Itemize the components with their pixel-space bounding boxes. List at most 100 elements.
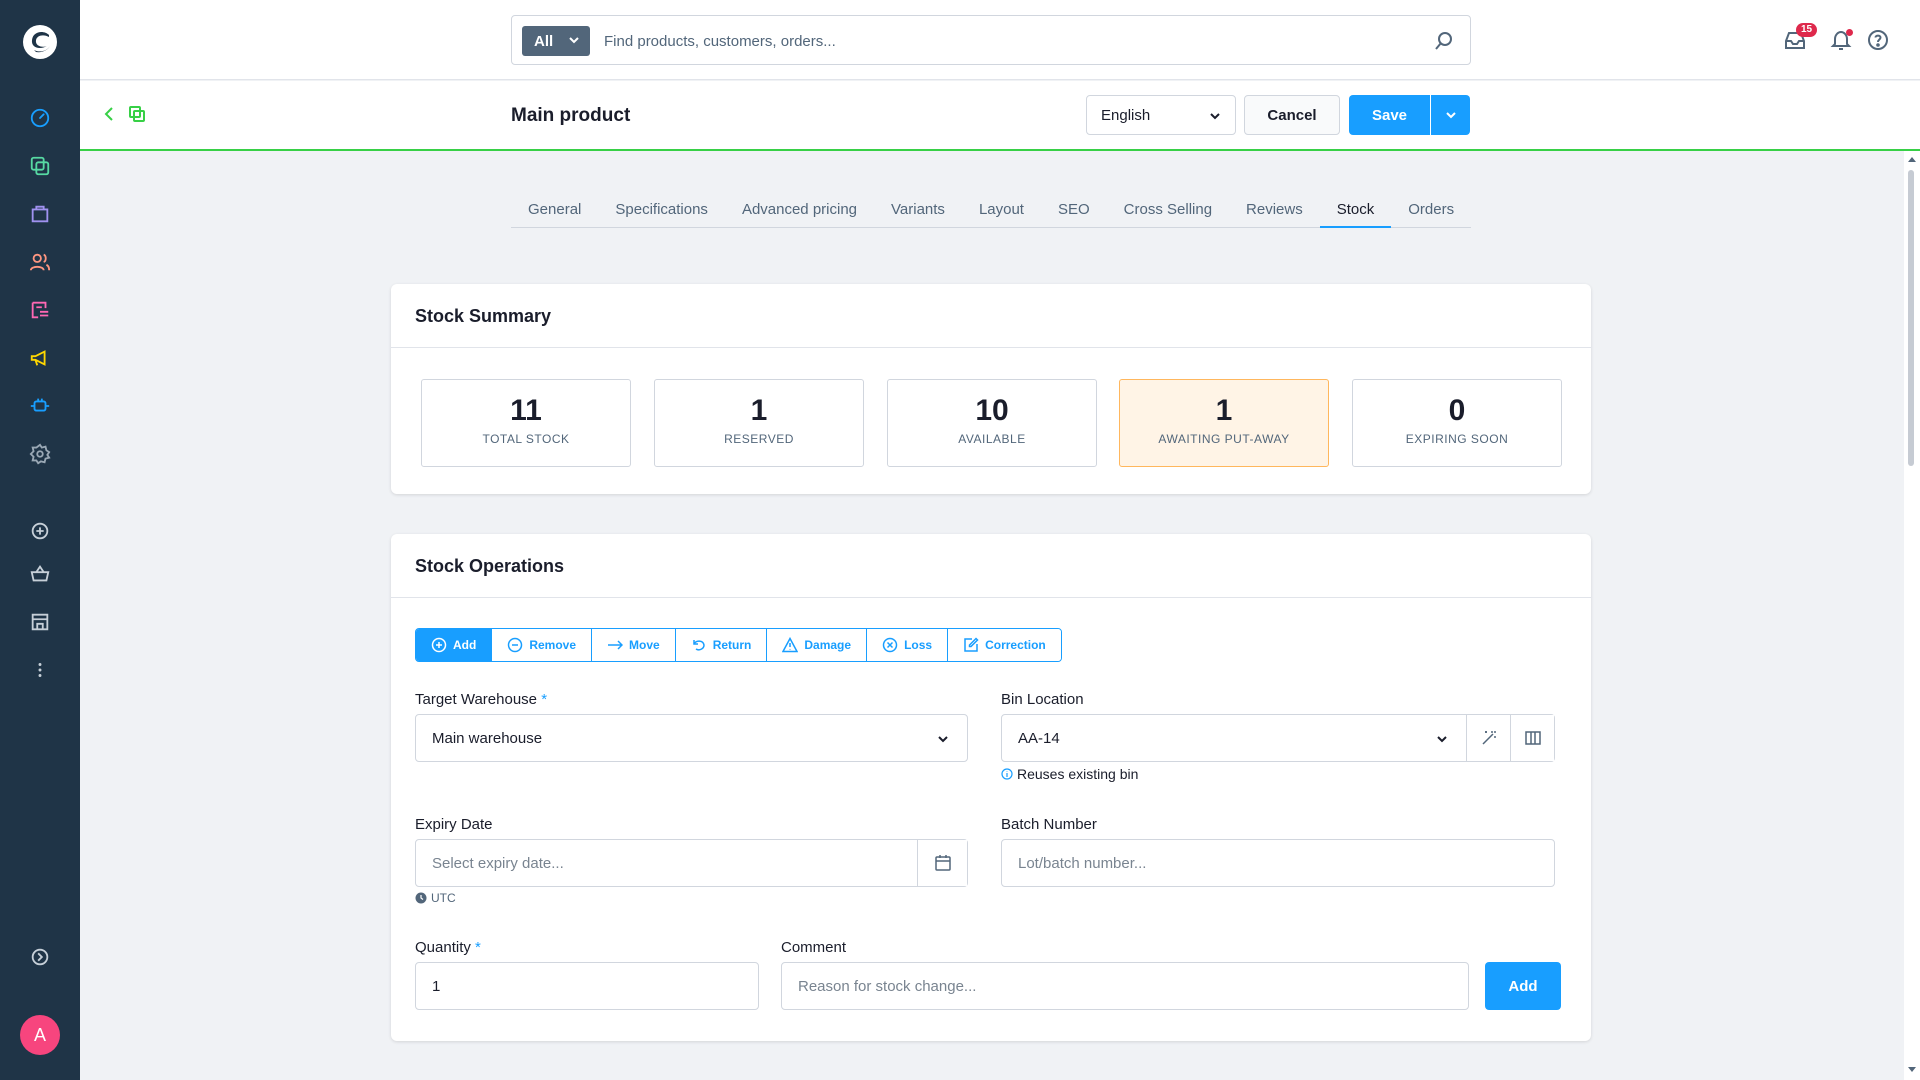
stat-value: 1: [1215, 394, 1233, 427]
operation-damage-button[interactable]: Damage: [767, 629, 868, 661]
info-icon: [1001, 768, 1013, 780]
quantity-input[interactable]: [432, 963, 758, 1009]
undo-icon: [692, 640, 705, 651]
operation-label: Damage: [804, 638, 852, 652]
timezone-text: UTC: [431, 891, 456, 905]
comment-input[interactable]: [798, 963, 1468, 1009]
tab-advanced-pricing[interactable]: Advanced pricing: [725, 194, 874, 228]
operation-label: Remove: [529, 638, 577, 652]
language-select[interactable]: English: [1086, 95, 1236, 135]
quantity-label: Quantity *: [415, 939, 481, 956]
operation-selector: Add Remove Move Return Damage Loss Corre…: [415, 628, 1062, 662]
batch-number-input[interactable]: [1018, 840, 1554, 886]
operation-label: Loss: [904, 638, 933, 652]
notification-count-badge: 15: [1796, 23, 1818, 37]
search-input[interactable]: [604, 26, 1424, 56]
quantity-label-text: Quantity: [415, 939, 471, 956]
page-title: Main product: [511, 105, 631, 126]
operation-label: Correction: [985, 638, 1046, 652]
avatar[interactable]: A: [20, 1015, 60, 1055]
tab-cross-selling[interactable]: Cross Selling: [1107, 194, 1229, 228]
calendar-icon: [934, 855, 951, 871]
batch-number-label: Batch Number: [1001, 816, 1097, 833]
tab-layout[interactable]: Layout: [962, 194, 1041, 228]
stat-value: 11: [510, 394, 542, 427]
orders-icon[interactable]: [28, 202, 52, 226]
plus-circle-icon: [431, 637, 447, 653]
bin-hint: Reuses existing bin: [1001, 766, 1138, 782]
marketing-icon[interactable]: [28, 346, 52, 370]
stat-value: 10: [975, 394, 1009, 427]
bin-map-button[interactable]: [1510, 715, 1554, 761]
stat-value: 1: [750, 394, 768, 427]
stock-summary-title: Stock Summary: [391, 284, 1591, 348]
search-icon[interactable]: [1434, 31, 1454, 51]
operation-remove-button[interactable]: Remove: [492, 629, 593, 661]
auto-assign-bin-button[interactable]: [1466, 715, 1510, 761]
tab-general[interactable]: General: [511, 194, 598, 228]
expiry-date-label: Expiry Date: [415, 816, 493, 833]
more-vertical-icon[interactable]: [28, 658, 52, 682]
bin-location-field: AA-14: [1001, 714, 1555, 762]
tab-reviews[interactable]: Reviews: [1229, 194, 1320, 228]
operation-loss-button[interactable]: Loss: [867, 629, 949, 661]
catalog-icon[interactable]: [28, 154, 52, 178]
stock-summary-card: Stock Summary 11 TOTAL STOCK 1 RESERVED …: [391, 284, 1591, 494]
save-button[interactable]: Save: [1349, 95, 1430, 135]
smart-bar: Main product English Cancel Save: [80, 81, 1920, 151]
tab-seo[interactable]: SEO: [1041, 194, 1107, 228]
operation-correction-button[interactable]: Correction: [948, 629, 1061, 661]
content-icon[interactable]: [28, 298, 52, 322]
bin-location-value[interactable]: AA-14: [1018, 730, 1060, 747]
operation-label: Move: [629, 638, 660, 652]
bin-location-label: Bin Location: [1001, 691, 1084, 708]
chevron-down-icon: [1210, 113, 1220, 120]
expiry-date-input[interactable]: [432, 840, 912, 886]
chevron-left-icon[interactable]: [100, 105, 118, 123]
expand-sidebar-icon[interactable]: [28, 945, 52, 969]
stat-total-stock: 11 TOTAL STOCK: [421, 379, 631, 467]
copy-icon[interactable]: [128, 105, 146, 123]
tab-stock[interactable]: Stock: [1319, 194, 1392, 228]
dashboard-icon[interactable]: [28, 106, 52, 130]
clock-icon: [415, 892, 427, 904]
storefront-icon[interactable]: [28, 610, 52, 634]
basket-icon[interactable]: [28, 562, 52, 586]
tab-specifications[interactable]: Specifications: [598, 194, 725, 228]
operation-move-button[interactable]: Move: [592, 629, 676, 661]
stat-expiring-soon: 0 EXPIRING SOON: [1352, 379, 1562, 467]
settings-icon[interactable]: [28, 442, 52, 466]
shopware-logo-icon[interactable]: [20, 22, 60, 62]
customers-icon[interactable]: [28, 250, 52, 274]
chevron-down-icon[interactable]: [1436, 733, 1448, 745]
x-circle-icon: [882, 637, 898, 653]
calendar-button[interactable]: [917, 840, 967, 886]
language-value: English: [1101, 106, 1151, 124]
tab-variants[interactable]: Variants: [874, 194, 962, 228]
extensions-icon[interactable]: [28, 394, 52, 418]
save-options-button[interactable]: [1431, 95, 1470, 135]
operation-add-button[interactable]: Add: [416, 629, 493, 661]
stat-label: EXPIRING SOON: [1405, 432, 1509, 446]
scroll-up-icon[interactable]: [1907, 155, 1917, 163]
target-warehouse-select[interactable]: Main warehouse: [415, 714, 968, 762]
add-circle-icon[interactable]: [28, 519, 52, 543]
stat-value: 0: [1448, 394, 1466, 427]
chevron-down-icon: [569, 37, 579, 44]
cancel-button[interactable]: Cancel: [1244, 95, 1340, 135]
search-type-select[interactable]: All: [522, 26, 590, 56]
operation-label: Add: [453, 638, 477, 652]
scrollbar-thumb[interactable]: [1908, 170, 1914, 466]
submit-stock-button[interactable]: Add: [1485, 962, 1561, 1010]
arrow-right-icon: [608, 640, 624, 650]
stat-label: TOTAL STOCK: [482, 432, 570, 446]
target-warehouse-label: Target Warehouse *: [415, 691, 547, 708]
map-icon: [1524, 731, 1541, 745]
stat-label: RESERVED: [724, 432, 794, 446]
operation-return-button[interactable]: Return: [675, 629, 768, 661]
tab-orders[interactable]: Orders: [1391, 194, 1471, 228]
expiry-date-field: [415, 839, 968, 887]
timezone-hint: UTC: [415, 891, 456, 905]
scroll-down-icon[interactable]: [1907, 1066, 1917, 1074]
help-icon[interactable]: [1866, 28, 1890, 52]
